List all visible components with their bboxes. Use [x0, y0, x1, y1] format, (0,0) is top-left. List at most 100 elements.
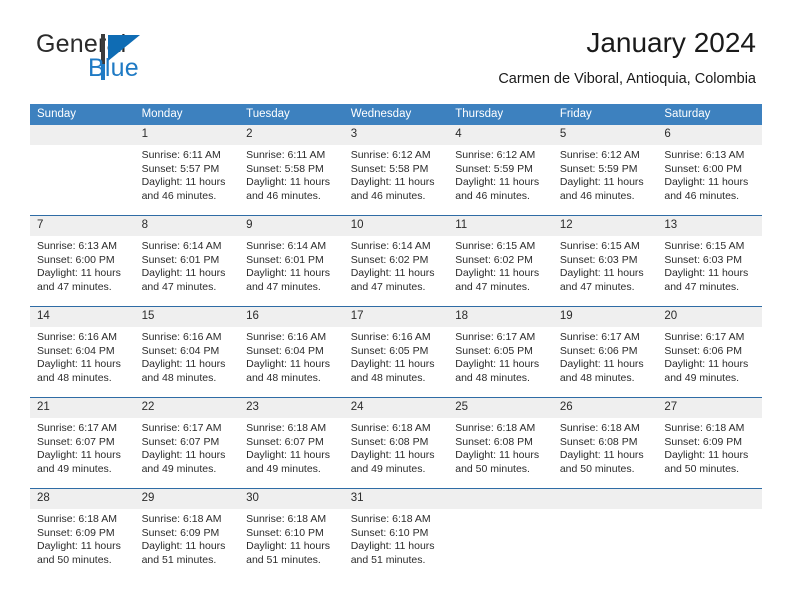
day-cell[interactable]: 15 Sunrise: 6:16 AM Sunset: 6:04 PM Dayl…: [134, 306, 240, 398]
brand-logo[interactable]: General Blue: [36, 30, 256, 86]
daylight-text-line1: Daylight: 11 hours: [246, 267, 330, 280]
page-title: January 2024: [586, 27, 756, 58]
day-details: Sunrise: 6:18 AM Sunset: 6:10 PM Dayligh…: [239, 509, 344, 567]
day-cell[interactable]: 20 Sunrise: 6:17 AM Sunset: 6:06 PM Dayl…: [657, 306, 762, 398]
day-cell[interactable]: 14 Sunrise: 6:16 AM Sunset: 6:04 PM Dayl…: [30, 306, 135, 398]
daylight-text-line2: and 47 minutes.: [664, 280, 740, 293]
day-cell[interactable]: 25 Sunrise: 6:18 AM Sunset: 6:08 PM Dayl…: [448, 397, 553, 489]
weekday-header-wednesday: Wednesday: [343, 104, 449, 125]
sunset-text: Sunset: 5:59 PM: [455, 162, 533, 175]
daylight-text-line2: and 46 minutes.: [246, 189, 321, 202]
daylight-text-line1: Daylight: 11 hours: [141, 449, 226, 462]
day-number: 18: [448, 307, 553, 327]
weekday-header-sunday: Sunday: [30, 104, 135, 125]
day-number: 16: [239, 307, 344, 327]
day-details: Sunrise: 6:16 AM Sunset: 6:04 PM Dayligh…: [30, 327, 135, 385]
day-details: Sunrise: 6:15 AM Sunset: 6:03 PM Dayligh…: [553, 236, 658, 294]
day-details: Sunrise: 6:13 AM Sunset: 6:00 PM Dayligh…: [30, 236, 135, 294]
sunset-text: Sunset: 6:09 PM: [664, 435, 743, 448]
sunrise-text: Sunrise: 6:14 AM: [141, 240, 222, 252]
day-cell[interactable]: 9 Sunrise: 6:14 AM Sunset: 6:01 PM Dayli…: [239, 215, 344, 307]
day-cell[interactable]: 16 Sunrise: 6:16 AM Sunset: 6:04 PM Dayl…: [239, 306, 344, 398]
day-details: Sunrise: 6:18 AM Sunset: 6:09 PM Dayligh…: [657, 418, 762, 476]
day-cell[interactable]: 28 Sunrise: 6:18 AM Sunset: 6:09 PM Dayl…: [30, 488, 135, 579]
day-number: 8: [134, 216, 240, 236]
daylight-text-line1: Daylight: 11 hours: [455, 267, 540, 280]
day-cell[interactable]: 29 Sunrise: 6:18 AM Sunset: 6:09 PM Dayl…: [134, 488, 240, 579]
day-cell[interactable]: 26 Sunrise: 6:18 AM Sunset: 6:08 PM Dayl…: [552, 397, 658, 489]
day-cell[interactable]: 3 Sunrise: 6:12 AM Sunset: 5:58 PM Dayli…: [343, 125, 449, 216]
daylight-text-line2: and 49 minutes.: [246, 462, 321, 475]
sunrise-text: Sunrise: 6:18 AM: [246, 422, 327, 434]
page-subtitle: Carmen de Viboral, Antioquia, Colombia: [498, 71, 756, 87]
day-number: 1: [134, 125, 240, 145]
calendar-header-row: Sunday Monday Tuesday Wednesday Thursday…: [30, 104, 762, 125]
day-details: Sunrise: 6:15 AM Sunset: 6:03 PM Dayligh…: [657, 236, 762, 294]
day-details: Sunrise: 6:12 AM Sunset: 5:59 PM Dayligh…: [448, 145, 553, 203]
day-cell[interactable]: 11 Sunrise: 6:15 AM Sunset: 6:02 PM Dayl…: [448, 215, 553, 307]
daylight-text-line2: and 47 minutes.: [559, 280, 635, 293]
sunrise-text: Sunrise: 6:17 AM: [141, 422, 222, 434]
day-cell[interactable]: 22 Sunrise: 6:17 AM Sunset: 6:07 PM Dayl…: [134, 397, 240, 489]
day-number: 31: [343, 489, 449, 509]
daylight-text-line1: Daylight: 11 hours: [350, 267, 435, 280]
sunset-text: Sunset: 5:58 PM: [246, 162, 324, 175]
day-cell[interactable]: 17 Sunrise: 6:16 AM Sunset: 6:05 PM Dayl…: [343, 306, 449, 398]
day-details: Sunrise: 6:17 AM Sunset: 6:06 PM Dayligh…: [657, 327, 762, 385]
sunrise-text: Sunrise: 6:18 AM: [559, 422, 640, 434]
day-cell[interactable]: 19 Sunrise: 6:17 AM Sunset: 6:06 PM Dayl…: [552, 306, 658, 398]
sunrise-text: Sunrise: 6:18 AM: [246, 513, 327, 525]
sunrise-text: Sunrise: 6:17 AM: [664, 331, 745, 343]
day-cell[interactable]: 30 Sunrise: 6:18 AM Sunset: 6:10 PM Dayl…: [239, 488, 344, 579]
day-cell[interactable]: 2 Sunrise: 6:11 AM Sunset: 5:58 PM Dayli…: [239, 125, 344, 216]
calendar-page: General Blue January 2024 Carmen de Vibo…: [0, 0, 792, 612]
sunrise-text: Sunrise: 6:16 AM: [350, 331, 431, 343]
sunset-text: Sunset: 6:08 PM: [559, 435, 638, 448]
sunrise-text: Sunrise: 6:18 AM: [350, 513, 431, 525]
daylight-text-line1: Daylight: 11 hours: [37, 540, 121, 553]
day-cell[interactable]: 1 Sunrise: 6:11 AM Sunset: 5:57 PM Dayli…: [134, 125, 240, 216]
day-cell[interactable]: 10 Sunrise: 6:14 AM Sunset: 6:02 PM Dayl…: [343, 215, 449, 307]
sunset-text: Sunset: 6:00 PM: [664, 162, 743, 175]
day-cell[interactable]: 12 Sunrise: 6:15 AM Sunset: 6:03 PM Dayl…: [552, 215, 658, 307]
day-cell[interactable]: 18 Sunrise: 6:17 AM Sunset: 6:05 PM Dayl…: [448, 306, 553, 398]
sunset-text: Sunset: 6:09 PM: [141, 526, 220, 539]
day-cell[interactable]: 21 Sunrise: 6:17 AM Sunset: 6:07 PM Dayl…: [30, 397, 135, 489]
day-details: Sunrise: 6:14 AM Sunset: 6:02 PM Dayligh…: [344, 236, 449, 294]
day-cell[interactable]: 6 Sunrise: 6:13 AM Sunset: 6:00 PM Dayli…: [657, 125, 762, 216]
sunset-text: Sunset: 6:08 PM: [350, 435, 429, 448]
day-cell: [30, 125, 135, 216]
daylight-text-line2: and 50 minutes.: [37, 553, 112, 566]
sunset-text: Sunset: 6:10 PM: [350, 526, 429, 539]
day-details: Sunrise: 6:16 AM Sunset: 6:05 PM Dayligh…: [344, 327, 449, 385]
daylight-text-line2: and 51 minutes.: [350, 553, 426, 566]
day-number: 11: [448, 216, 553, 236]
day-cell[interactable]: 13 Sunrise: 6:15 AM Sunset: 6:03 PM Dayl…: [657, 215, 762, 307]
daylight-text-line1: Daylight: 11 hours: [37, 267, 121, 280]
day-number: 15: [134, 307, 240, 327]
daylight-text-line2: and 51 minutes.: [141, 553, 217, 566]
day-cell[interactable]: 8 Sunrise: 6:14 AM Sunset: 6:01 PM Dayli…: [134, 215, 240, 307]
sunrise-text: Sunrise: 6:17 AM: [455, 331, 536, 343]
day-cell[interactable]: 24 Sunrise: 6:18 AM Sunset: 6:08 PM Dayl…: [343, 397, 449, 489]
day-cell[interactable]: 5 Sunrise: 6:12 AM Sunset: 5:59 PM Dayli…: [552, 125, 658, 216]
daylight-text-line1: Daylight: 11 hours: [664, 267, 749, 280]
daylight-text-line2: and 50 minutes.: [455, 462, 530, 475]
day-cell[interactable]: 23 Sunrise: 6:18 AM Sunset: 6:07 PM Dayl…: [239, 397, 344, 489]
day-number: 14: [30, 307, 135, 327]
daylight-text-line2: and 48 minutes.: [141, 371, 217, 384]
sunrise-text: Sunrise: 6:18 AM: [141, 513, 222, 525]
day-number: 5: [552, 125, 658, 145]
daylight-text-line1: Daylight: 11 hours: [141, 540, 226, 553]
day-details: Sunrise: 6:11 AM Sunset: 5:58 PM Dayligh…: [239, 145, 344, 203]
day-number: 7: [30, 216, 135, 236]
day-cell[interactable]: 27 Sunrise: 6:18 AM Sunset: 6:09 PM Dayl…: [657, 397, 762, 489]
sunrise-text: Sunrise: 6:16 AM: [37, 331, 117, 343]
sunrise-text: Sunrise: 6:15 AM: [455, 240, 536, 252]
sunset-text: Sunset: 6:06 PM: [664, 344, 743, 357]
day-cell[interactable]: 31 Sunrise: 6:18 AM Sunset: 6:10 PM Dayl…: [343, 488, 449, 579]
day-cell[interactable]: 4 Sunrise: 6:12 AM Sunset: 5:59 PM Dayli…: [448, 125, 553, 216]
sunset-text: Sunset: 6:02 PM: [350, 253, 429, 266]
calendar-week-row: 7 Sunrise: 6:13 AM Sunset: 6:00 PM Dayli…: [30, 215, 762, 307]
day-cell[interactable]: 7 Sunrise: 6:13 AM Sunset: 6:00 PM Dayli…: [30, 215, 135, 307]
